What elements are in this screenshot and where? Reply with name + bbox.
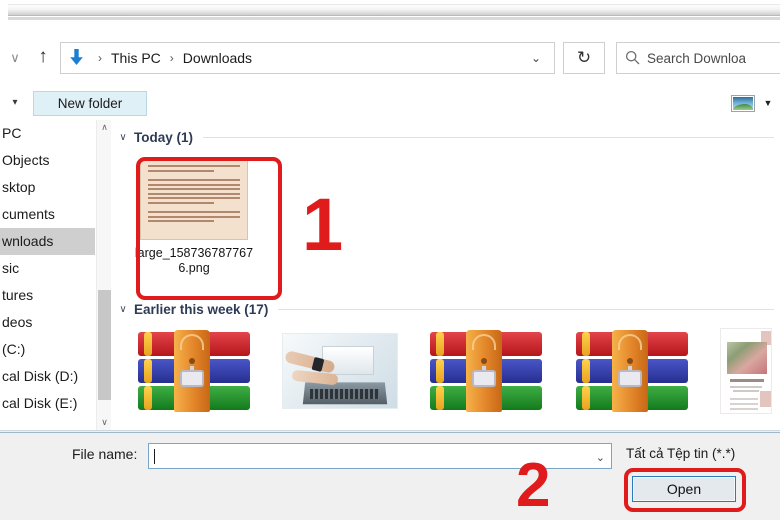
- file-tile-row-today: large_1587367877676.png: [112, 156, 780, 276]
- card-flyer-photo: [718, 328, 774, 414]
- file-tile[interactable]: [280, 328, 400, 414]
- sidebar-scrollbar[interactable]: ∧ ∨: [96, 120, 111, 430]
- file-open-dialog: ∨ ↑ › This PC › Downloads ⌄ ↻ Search Dow…: [0, 0, 780, 520]
- breadcrumb-this-pc[interactable]: This PC: [109, 50, 163, 66]
- file-name-dropdown-icon[interactable]: ⌄: [596, 451, 605, 464]
- view-dropdown-icon[interactable]: ▼: [762, 98, 774, 108]
- file-type-dropdown[interactable]: Tất cả Tệp tin (*.*): [626, 446, 778, 461]
- sidebar-item-3d-objects[interactable]: Objects: [0, 147, 95, 174]
- sidebar-item-local-disk-c[interactable]: (C:): [0, 336, 95, 363]
- file-tile[interactable]: [572, 328, 692, 414]
- footer-top-border: [0, 430, 780, 431]
- search-icon: [617, 43, 647, 73]
- window-title-bar: [8, 4, 780, 20]
- scroll-down-icon[interactable]: ∨: [97, 415, 112, 430]
- text-caret: [154, 448, 155, 464]
- breadcrumb-downloads[interactable]: Downloads: [181, 50, 254, 66]
- new-folder-button[interactable]: New folder: [33, 91, 147, 116]
- sidebar-item-desktop[interactable]: sktop: [0, 174, 95, 201]
- laptop-hands-photo: [280, 328, 400, 414]
- document-text-thumbnail: [134, 156, 254, 242]
- address-bar[interactable]: › This PC › Downloads ⌄: [60, 42, 555, 74]
- winrar-archive-icon: [426, 328, 546, 414]
- group-header-earlier-this-week[interactable]: ∨ Earlier this week (17): [112, 298, 780, 320]
- sidebar-item-pictures[interactable]: tures: [0, 282, 95, 309]
- group-label: Earlier this week (17): [134, 301, 269, 317]
- scrollbar-thumb[interactable]: [98, 290, 111, 400]
- footer-accent-border: [0, 432, 780, 433]
- scroll-up-icon[interactable]: ∧: [97, 120, 112, 135]
- file-tile[interactable]: [426, 328, 546, 414]
- annotation-number-two: 2: [516, 451, 551, 520]
- winrar-archive-icon: [134, 328, 254, 414]
- sidebar-item-local-disk-d[interactable]: cal Disk (D:): [0, 363, 95, 390]
- sidebar-item-videos[interactable]: deos: [0, 309, 95, 336]
- toolbar-expand-icon[interactable]: ▾: [6, 96, 24, 110]
- group-divider: [203, 136, 774, 138]
- downloads-arrow-icon: [61, 43, 91, 73]
- back-chevron-icon[interactable]: ∨: [6, 49, 24, 67]
- address-dropdown-icon[interactable]: ⌄: [518, 43, 554, 73]
- winrar-archive-icon: [572, 328, 692, 414]
- file-tile[interactable]: large_1587367877676.png: [134, 156, 254, 276]
- sidebar-item-documents[interactable]: cuments: [0, 201, 95, 228]
- toolbar: ▾ New folder ▼: [0, 86, 780, 120]
- group-divider: [278, 308, 774, 310]
- sidebar-item-downloads[interactable]: wnloads: [0, 228, 95, 255]
- group-chevron-icon[interactable]: ∨: [112, 304, 134, 315]
- file-tile-row-earlier: [112, 328, 780, 414]
- picture-view-icon[interactable]: [731, 95, 755, 112]
- file-list-area: ∨ Today (1) large_1587367877676.png ∨ Ea…: [112, 120, 780, 430]
- annotation-number-one: 1: [302, 183, 344, 266]
- sidebar-item-music[interactable]: sic: [0, 255, 95, 282]
- file-tile[interactable]: [718, 328, 774, 414]
- breadcrumb-separator-0: ›: [98, 51, 102, 65]
- sidebar-item-this-pc[interactable]: PC: [0, 120, 95, 147]
- search-input[interactable]: Search Downloa: [647, 51, 746, 66]
- file-name-label-static: File name:: [72, 446, 138, 462]
- file-name-label: large_1587367877676.png: [134, 246, 254, 275]
- open-button[interactable]: Open: [632, 476, 736, 502]
- sidebar-item-local-disk-e[interactable]: cal Disk (E:): [0, 390, 95, 417]
- refresh-button[interactable]: ↻: [563, 42, 605, 74]
- group-chevron-icon[interactable]: ∨: [112, 132, 134, 143]
- search-box[interactable]: Search Downloa: [616, 42, 780, 74]
- group-header-today[interactable]: ∨ Today (1): [112, 126, 780, 148]
- navigation-sidebar: PC Objects sktop cuments wnloads sic tur…: [0, 120, 95, 430]
- up-arrow-icon[interactable]: ↑: [30, 44, 56, 70]
- file-tile[interactable]: [134, 328, 254, 414]
- navigation-bar: ∨ ↑ › This PC › Downloads ⌄ ↻ Search Dow…: [0, 34, 780, 86]
- breadcrumb-separator-1: ›: [169, 51, 174, 65]
- group-label: Today (1): [134, 129, 194, 145]
